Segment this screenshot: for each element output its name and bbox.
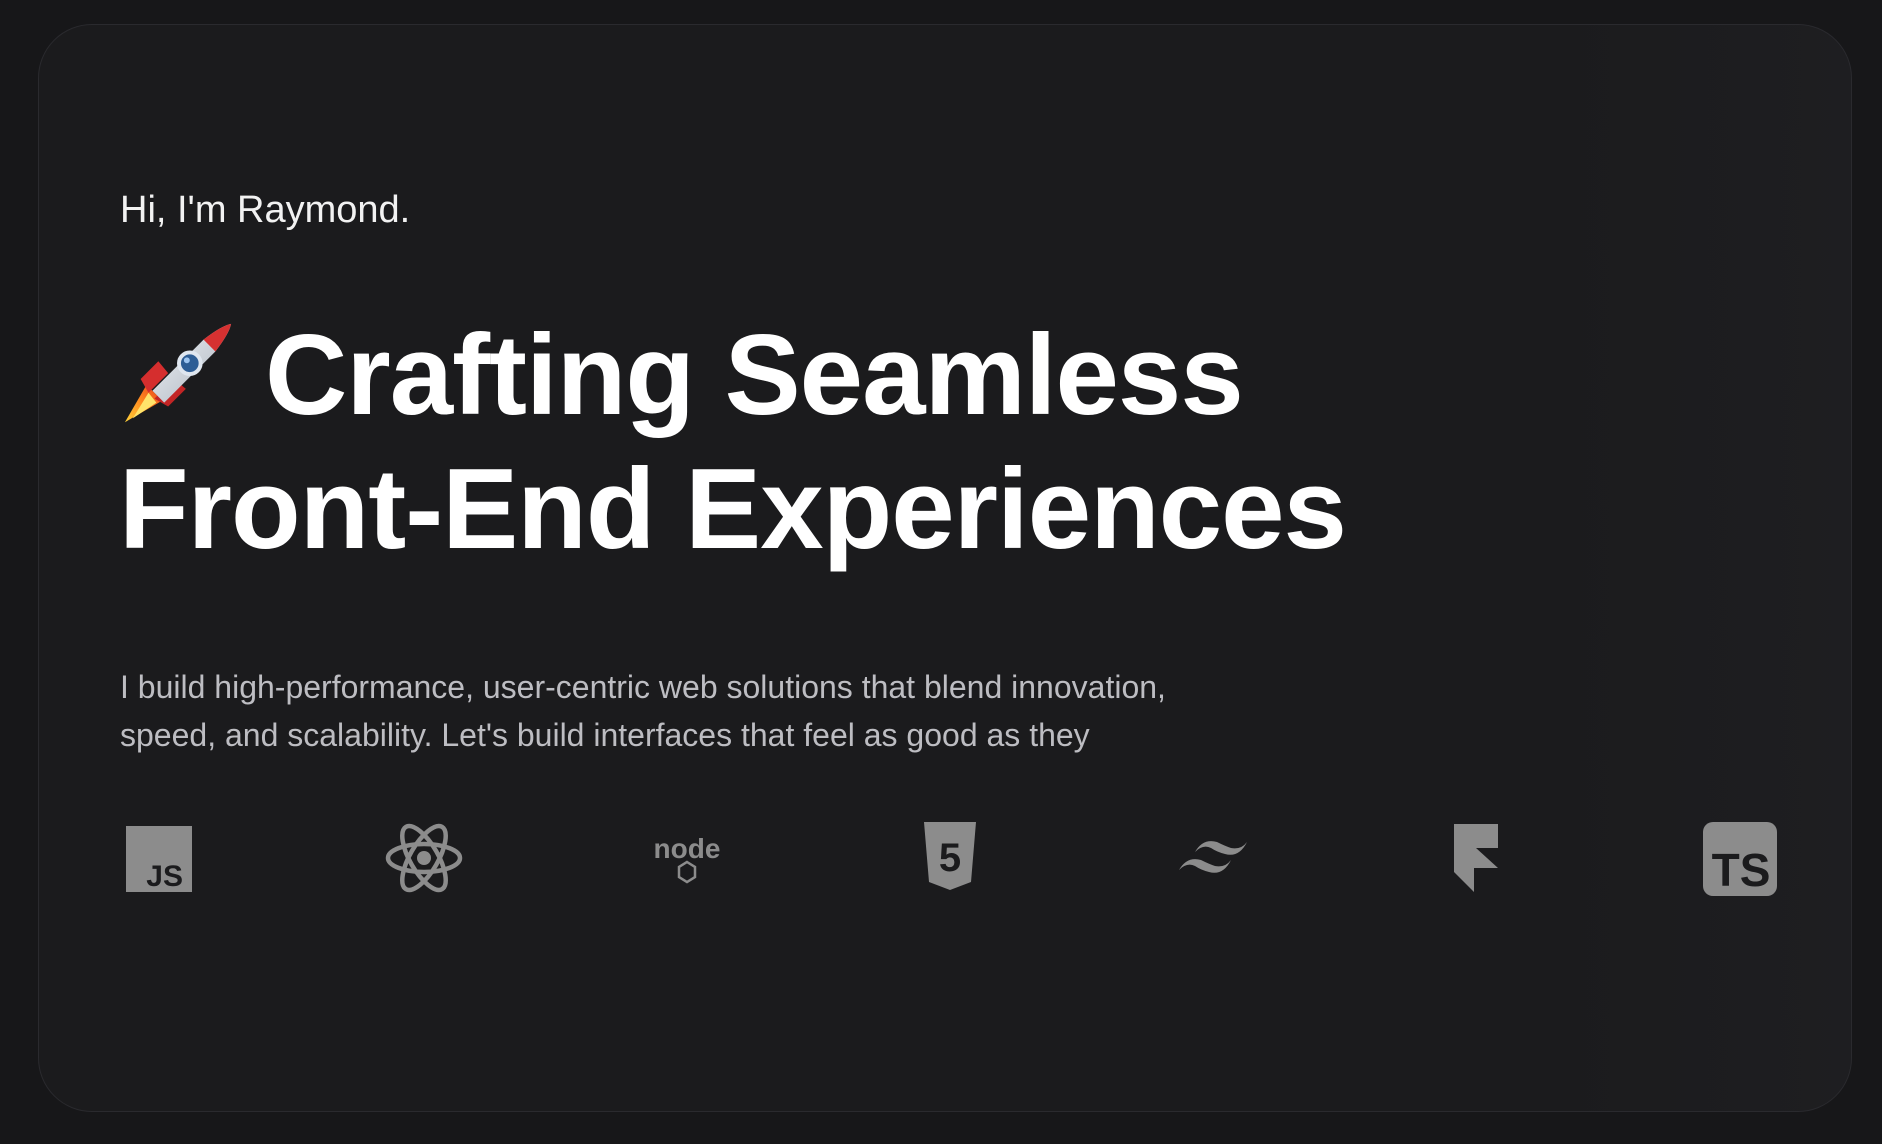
javascript-icon: JS	[121, 818, 201, 898]
headline-line-2: Front-End Experiences	[119, 446, 1347, 573]
typescript-icon-label: TS	[1712, 844, 1771, 896]
headline-line-1-text: Crafting Seamless	[265, 312, 1244, 439]
tech-stack-icons: JS node 5 TS	[121, 818, 1777, 898]
headline-line-1: Crafting Seamless	[119, 309, 1419, 443]
tailwind-icon	[1173, 818, 1253, 898]
nodejs-icon-label: node	[654, 833, 721, 864]
javascript-icon-label: JS	[146, 860, 183, 893]
greeting-text: Hi, I'm Raymond.	[120, 189, 411, 231]
headline: Crafting Seamless Front-End Experiences	[119, 309, 1419, 577]
framer-icon	[1436, 818, 1516, 898]
hero-subtitle: I build high-performance, user-centric w…	[120, 669, 1166, 753]
rocket-icon	[119, 320, 237, 430]
nodejs-icon: node	[647, 818, 727, 898]
typescript-icon: TS	[1699, 818, 1779, 898]
html5-icon-label: 5	[939, 836, 961, 880]
hero-card: Hi, I'm Raymond. Crafting Seamless Front…	[38, 24, 1852, 1112]
react-icon	[384, 818, 464, 898]
html5-icon: 5	[910, 818, 990, 898]
